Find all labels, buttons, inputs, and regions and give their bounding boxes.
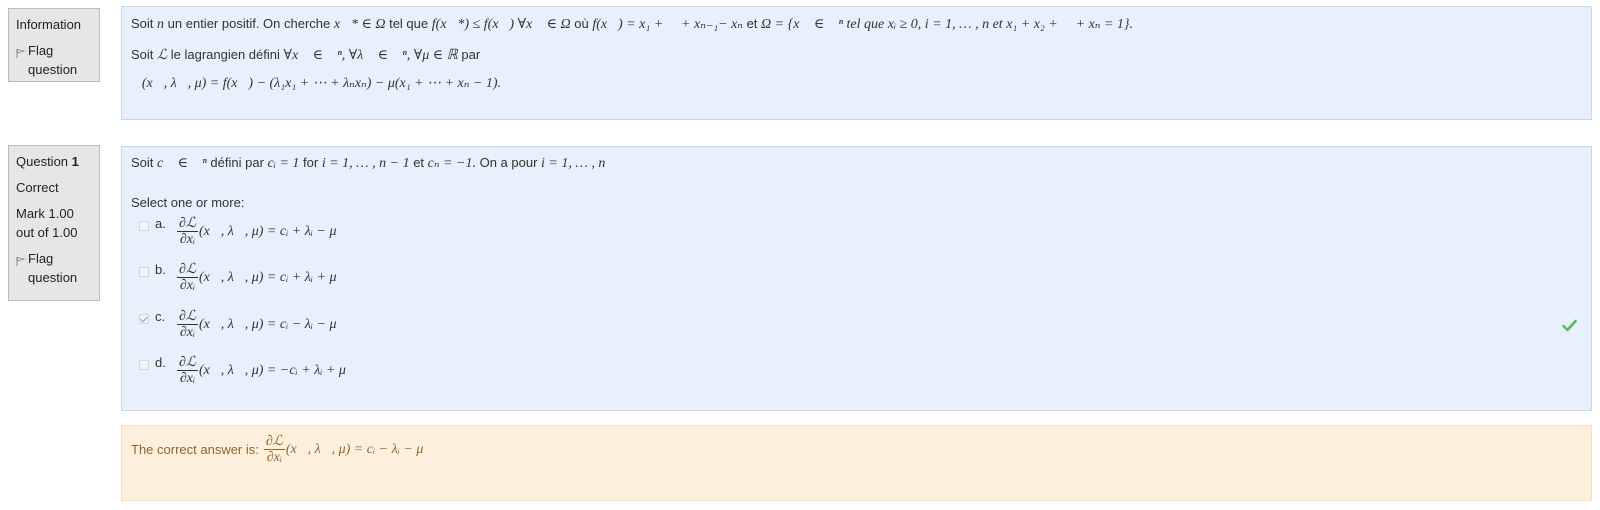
text: le lagrangien défini [170,47,280,62]
answer-letter: c. [155,309,166,324]
flag-icon [16,256,26,266]
math: i = 1, … , n [541,156,606,171]
answer-letter: b. [155,262,166,277]
math: ∀x⃗ ∈ ℝⁿ, ∀λ⃗ ∈ ℝⁿ, ∀μ ∈ ℝ [283,48,458,63]
question-info-panel: Question 1 Correct Mark 1.00 out of 1.00… [8,145,100,301]
partial-derivative: ∂ℒ ∂xᵢ [263,434,285,465]
frac-denominator: ∂xᵢ [179,371,196,386]
flag-question-link[interactable]: Flag question [16,249,92,287]
text: un entier positif. On cherche [167,16,331,31]
frac-denominator: ∂xᵢ [179,232,196,247]
frac-numerator: ∂ℒ [177,262,199,278]
flag-question-label: Flag question [28,43,78,77]
text: par [461,47,481,62]
flag-question-link[interactable]: Flag question [16,41,92,79]
question-content: Soit c⃗ ∈ ℝⁿ défini par cᵢ = 1 for i = 1… [121,146,1592,411]
math: n [157,17,165,32]
text: tel que [389,16,429,31]
question-number-value: 1 [71,154,79,169]
feedback-formula: (x⃗, λ⃗, μ) = cᵢ − λᵢ − μ [285,441,424,457]
math: ℒ [157,48,168,63]
info-line-2: Soit ℒ le lagrangien défini ∀x⃗ ∈ ℝⁿ, ∀λ… [131,47,480,64]
answer-option-a[interactable]: a. ∂ℒ ∂xᵢ (x⃗, λ⃗, μ) = cᵢ + λᵢ − μ [139,216,337,247]
math: x⃗* ∈ Ω [333,17,386,32]
frac-numerator: ∂ℒ [177,355,199,371]
information-content: Soit n un entier positif. On cherche x⃗*… [121,6,1592,120]
answer-letter: d. [155,355,166,370]
correct-answer-feedback: The correct answer is: ∂ℒ ∂xᵢ (x⃗, λ⃗, μ… [121,425,1592,501]
info-panel: Information Flag question [8,8,100,82]
text: défini par [210,155,264,170]
answer-option-b[interactable]: b. ∂ℒ ∂xᵢ (x⃗, λ⃗, μ) = cᵢ + λᵢ + μ [139,262,337,293]
flag-icon [16,48,26,58]
question-grade: Mark 1.00 out of 1.00 [16,206,78,240]
answer-formula: (x⃗, λ⃗, μ) = cᵢ + λᵢ + μ [199,269,337,285]
partial-derivative: ∂ℒ ∂xᵢ [177,262,199,293]
answer-formula: (x⃗, λ⃗, μ) = cᵢ + λᵢ − μ [199,223,337,239]
feedback-label: The correct answer is: [131,442,259,457]
frac-denominator: ∂xᵢ [266,450,283,465]
answer-checkbox-c[interactable] [139,313,149,324]
text: for [303,155,319,170]
frac-numerator: ∂ℒ [263,434,285,450]
answer-checkbox-a[interactable] [139,220,149,231]
answer-checkbox-d[interactable] [139,359,149,370]
math: f(x⃗*) ≤ f(x⃗) ∀x⃗ ∈ Ω [431,17,571,32]
question-state: Correct [16,180,59,195]
math: c⃗ ∈ ℝⁿ [157,156,207,171]
flag-question-label: Flag question [28,251,78,285]
info-line-1: Soit n un entier positif. On cherche x⃗*… [131,16,1133,33]
frac-denominator: ∂xᵢ [179,325,196,340]
math: f(x⃗) = x₁ + ⋯ + xₙ₋₁− xₙ [592,17,743,32]
text: On a pour [479,155,538,170]
frac-numerator: ∂ℒ [177,216,199,232]
text: et [413,155,425,170]
math: Ω = {x⃗ ∈ ℝⁿ tel que xᵢ ≥ 0, i = 1, … , … [761,17,1134,32]
question-text: Soit c⃗ ∈ ℝⁿ défini par cᵢ = 1 for i = 1… [131,155,605,172]
answer-option-d[interactable]: d. ∂ℒ ∂xᵢ (x⃗, λ⃗, μ) = −cᵢ + λᵢ + μ [139,355,346,386]
partial-derivative: ∂ℒ ∂xᵢ [177,355,199,386]
answer-checkbox-b[interactable] [139,266,149,277]
text: où [574,16,589,31]
text: Soit [131,47,154,62]
frac-denominator: ∂xᵢ [179,278,196,293]
partial-derivative: ∂ℒ ∂xᵢ [177,309,199,340]
question-label: Question [16,154,69,169]
math: cᵢ = 1 [267,156,300,171]
partial-derivative: ∂ℒ ∂xᵢ [177,216,199,247]
math: i = 1, … , n − 1 [321,156,410,171]
feedback-line: The correct answer is: ∂ℒ ∂xᵢ (x⃗, λ⃗, μ… [131,434,423,465]
text: Soit [131,16,154,31]
answer-option-c[interactable]: c. ∂ℒ ∂xᵢ (x⃗, λ⃗, μ) = cᵢ − λᵢ − μ [139,309,337,340]
text: Soit [131,155,154,170]
answer-formula: (x⃗, λ⃗, μ) = cᵢ − λᵢ − μ [199,316,337,332]
question-number: Question 1 [16,152,92,171]
correct-check-icon [1562,319,1577,332]
text: et [746,16,758,31]
info-title: Information [16,17,82,32]
answer-letter: a. [155,216,166,231]
select-prompt: Select one or more: [131,195,245,210]
frac-numerator: ∂ℒ [177,309,199,325]
math: cₙ = −1. [427,156,476,171]
lagrangian-formula: ℒ(x⃗, λ⃗, μ) = f(x⃗) − (λ₁x₁ + ⋯ + λₙxₙ)… [131,76,501,91]
answer-formula: (x⃗, λ⃗, μ) = −cᵢ + λᵢ + μ [199,362,346,378]
info-line-3: ℒ(x⃗, λ⃗, μ) = f(x⃗) − (λ₁x₁ + ⋯ + λₙxₙ)… [131,75,501,92]
